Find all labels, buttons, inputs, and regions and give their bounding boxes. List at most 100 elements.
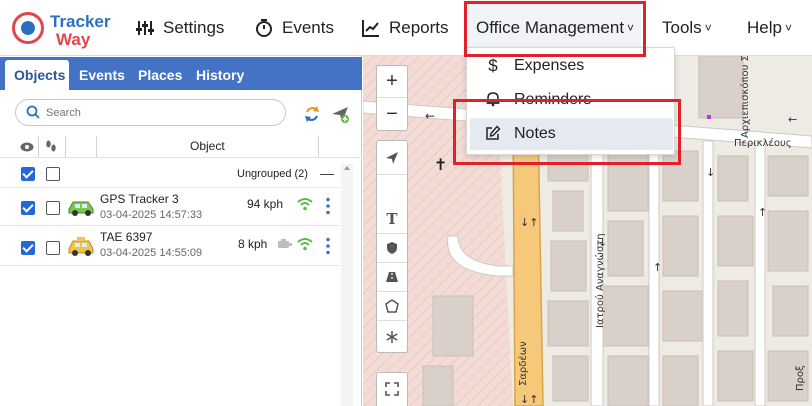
object-follow-checkbox[interactable] [46, 201, 60, 215]
nav-events-label: Events [282, 18, 334, 37]
zoom-control: + − [376, 65, 408, 131]
logo-text-tracker: Tracker [50, 12, 111, 31]
polygon-tool-button[interactable] [377, 292, 407, 321]
text-icon: T [386, 210, 398, 228]
signal-icon [297, 238, 313, 251]
menu-item-expenses[interactable]: $ Expenses [470, 50, 673, 82]
shield-tool-button[interactable] [377, 234, 407, 263]
locate-button[interactable] [377, 141, 407, 175]
table-header: Object [0, 136, 362, 158]
table-row[interactable]: GPS Tracker 3 03-04-2025 14:57:33 94 kph [0, 187, 340, 225]
shield-icon [387, 242, 397, 254]
collapse-group-icon[interactable]: — [320, 165, 334, 181]
top-bar: Tracker Way Settings Events Reports Offi… [0, 0, 812, 56]
fullscreen-control [376, 372, 408, 406]
oneway-arrow-icon: ↑ [653, 261, 662, 274]
tab-places[interactable]: Places [138, 60, 182, 90]
group-visibility-checkbox[interactable] [21, 167, 35, 181]
column-divider [65, 136, 66, 158]
car-icon [68, 201, 94, 216]
navigation-arrow-icon [386, 151, 398, 164]
nav-help[interactable]: Help ˅ [747, 0, 792, 56]
eye-icon[interactable] [20, 141, 34, 153]
menu-item-notes[interactable]: Notes [470, 118, 673, 150]
object-follow-checkbox[interactable] [46, 241, 60, 255]
tab-history[interactable]: History [196, 60, 244, 90]
object-time: 03-04-2025 14:57:33 [100, 209, 203, 221]
column-divider [96, 136, 97, 158]
chart-line-icon [362, 20, 379, 37]
object-column-header: Object [190, 139, 225, 153]
group-follow-checkbox[interactable] [46, 167, 60, 181]
refresh-icon[interactable] [302, 104, 322, 124]
nav-office-label: Office Management [476, 18, 625, 37]
street-label: Αρχιεπισκόπου Σ [739, 56, 751, 138]
nav-settings[interactable]: Settings [135, 0, 224, 56]
group-row: Ungrouped (2) — [0, 164, 362, 186]
nav-reports-label: Reports [389, 18, 449, 37]
logo-pin-icon [12, 12, 44, 44]
object-visibility-checkbox[interactable] [21, 201, 35, 215]
bell-icon [484, 91, 502, 109]
oneway-arrow-icon: ← [788, 113, 797, 126]
office-management-dropdown: $ Expenses Reminders Notes [466, 47, 675, 155]
scrollbar[interactable] [341, 164, 353, 406]
menu-item-label: Notes [514, 125, 556, 142]
kebab-menu-icon[interactable] [326, 197, 330, 215]
sliders-icon [136, 21, 154, 35]
street-label: Προξ [795, 365, 806, 391]
zoom-in-button[interactable]: + [377, 66, 407, 98]
poi-marker [707, 115, 711, 119]
zoom-out-button[interactable]: − [377, 98, 407, 130]
group-label: Ungrouped (2) [237, 168, 308, 180]
church-icon: ✝ [434, 155, 447, 174]
logo-text-way: Way [56, 30, 91, 49]
footsteps-icon[interactable] [45, 139, 57, 155]
menu-item-label: Expenses [514, 57, 585, 74]
column-divider [318, 136, 319, 158]
chevron-down-icon: ˅ [627, 21, 635, 35]
signal-icon [297, 198, 313, 211]
polygon-icon [385, 299, 399, 313]
street-label: Ιατρού Αναγνώστη [594, 233, 606, 328]
edit-note-icon [484, 125, 502, 143]
table-row[interactable]: TAE 6397 03-04-2025 14:55:09 8 kph [0, 225, 340, 266]
road-tool-button[interactable] [377, 263, 407, 292]
nav-tools-label: Tools [662, 18, 702, 37]
nav-events[interactable]: Events [254, 0, 334, 56]
taxi-icon [68, 237, 94, 256]
text-tool-button[interactable]: T [377, 205, 407, 234]
oneway-arrow-icon: ↓ [706, 166, 715, 179]
kebab-menu-icon[interactable] [326, 237, 330, 255]
dollar-icon: $ [488, 56, 498, 75]
map-tools-control: T [376, 140, 408, 353]
chevron-down-icon: ˅ [704, 21, 712, 35]
tab-objects[interactable]: Objects [5, 60, 69, 90]
add-object-icon[interactable] [330, 104, 350, 124]
nav-settings-label: Settings [163, 18, 225, 37]
object-speed: 8 kph [238, 237, 268, 251]
tab-events[interactable]: Events [79, 60, 125, 90]
fullscreen-icon [385, 382, 399, 396]
object-visibility-checkbox[interactable] [21, 241, 35, 255]
road-direction-label: ↓↑ [520, 393, 538, 406]
road-icon [386, 272, 398, 282]
search-input[interactable] [46, 103, 276, 123]
nav-reports[interactable]: Reports [361, 0, 449, 56]
street-label: Σαρδέων [517, 341, 529, 386]
logo[interactable]: Tracker Way [10, 8, 120, 50]
panel-tabs: Objects Events Places History [0, 57, 362, 90]
nav-help-label: Help [747, 18, 782, 37]
oneway-arrow-icon: ← [425, 109, 435, 123]
search-box[interactable] [15, 99, 286, 126]
fullscreen-button[interactable] [377, 373, 407, 405]
marker-tool-button[interactable] [377, 321, 407, 352]
search-icon [26, 105, 40, 119]
engine-icon [278, 239, 292, 248]
menu-item-reminders[interactable]: Reminders [470, 84, 673, 116]
column-divider [38, 136, 39, 158]
object-speed: 94 kph [247, 197, 284, 211]
stopwatch-icon [256, 19, 272, 37]
chevron-down-icon: ˅ [784, 21, 792, 35]
